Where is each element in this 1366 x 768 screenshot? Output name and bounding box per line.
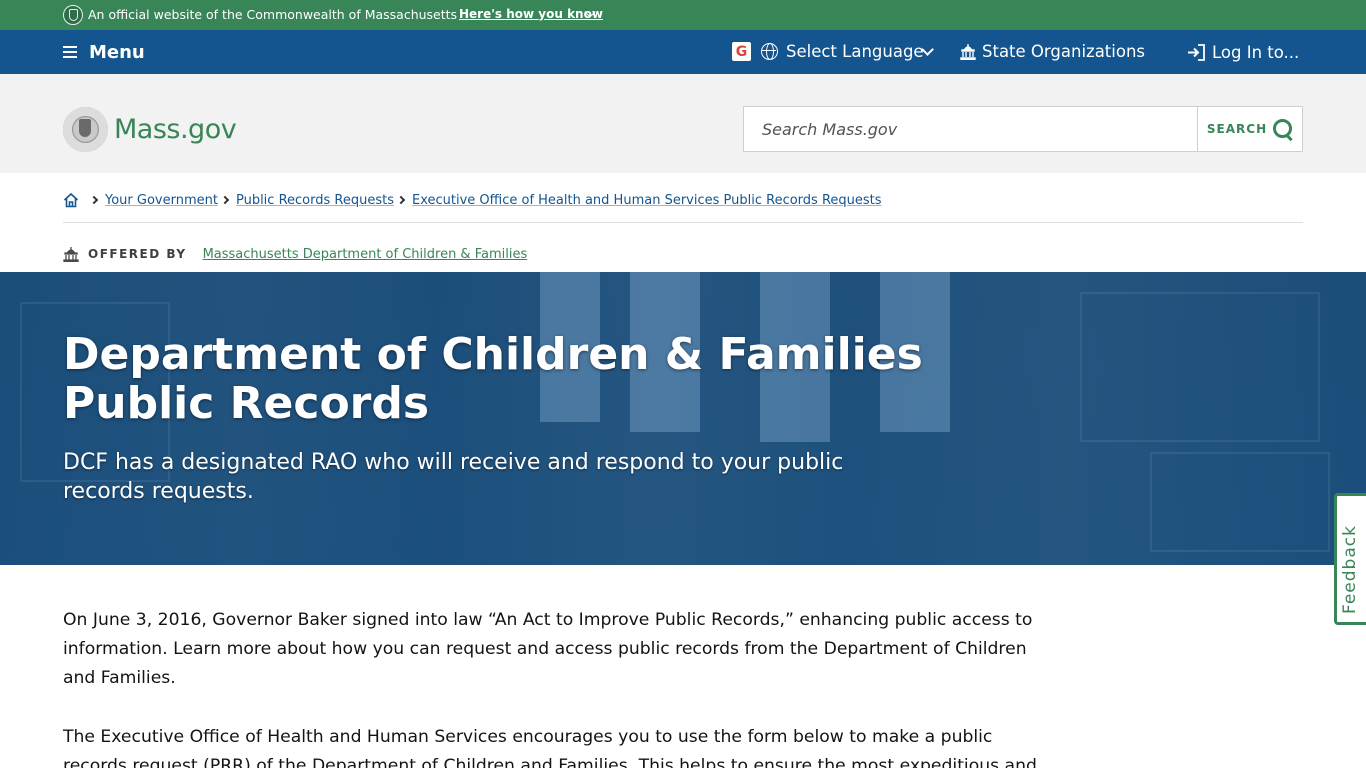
feedback-tab[interactable]: Feedback (1334, 493, 1366, 625)
offered-by-label: OFFERED BY (88, 247, 187, 261)
intro-paragraph: On June 3, 2016, Governor Baker signed i… (63, 610, 1033, 688)
site-header: Mass.gov SEARCH (0, 74, 1366, 173)
offered-by-organization-link[interactable]: Massachusetts Department of Children & F… (203, 247, 528, 262)
state-organizations-button[interactable]: State Organizations (982, 42, 1145, 61)
chevron-right-icon (396, 195, 406, 205)
page-banner: Department of Children & Families Public… (0, 272, 1366, 565)
search-form: SEARCH (743, 106, 1303, 152)
breadcrumb-eohhs-public-records[interactable]: Executive Office of Health and Human Ser… (412, 193, 882, 208)
login-button[interactable]: Log In to... (1212, 43, 1299, 62)
breadcrumb: Your Government Public Records Requests … (63, 189, 882, 211)
search-button[interactable]: SEARCH (1198, 106, 1303, 152)
menu-button[interactable]: Menu (63, 41, 145, 63)
body-paragraph: The Executive Office of Health and Human… (63, 727, 1037, 768)
home-icon[interactable] (63, 192, 79, 208)
menu-label: Menu (89, 41, 145, 63)
page-subtitle: DCF has a designated RAO who will receiv… (63, 450, 844, 504)
official-banner: An official website of the Commonwealth … (0, 0, 1366, 30)
search-input[interactable] (743, 106, 1198, 152)
google-translate-icon[interactable]: G (732, 42, 751, 61)
breadcrumb-public-records-requests[interactable]: Public Records Requests (236, 193, 394, 208)
utility-nav: Menu G Select Language State Organizatio… (0, 30, 1366, 74)
how-you-know-link[interactable]: Here's how you know (459, 7, 603, 21)
chevron-right-icon (220, 195, 230, 205)
hamburger-icon (63, 46, 77, 58)
state-seal-icon (63, 5, 83, 25)
globe-icon (761, 43, 778, 60)
mass-gov-logo[interactable]: Mass.gov (63, 107, 237, 152)
page-title: Department of Children & Families Public… (63, 329, 923, 429)
offered-by: OFFERED BY Massachusetts Department of C… (63, 244, 527, 264)
background-panel (1080, 292, 1320, 442)
search-button-label: SEARCH (1206, 122, 1268, 136)
background-panel (1150, 452, 1330, 552)
select-language-button[interactable]: Select Language (786, 42, 924, 61)
logo-text: Mass.gov (114, 114, 237, 145)
login-icon (1188, 44, 1205, 61)
feedback-label: Feedback (1340, 525, 1360, 614)
search-icon (1273, 119, 1293, 139)
building-icon (63, 247, 79, 262)
divider (63, 222, 1303, 223)
breadcrumb-your-government[interactable]: Your Government (105, 193, 218, 208)
building-icon (960, 44, 976, 60)
chevron-right-icon (89, 195, 99, 205)
state-seal-icon (63, 107, 108, 152)
official-banner-text: An official website of the Commonwealth … (88, 7, 458, 22)
